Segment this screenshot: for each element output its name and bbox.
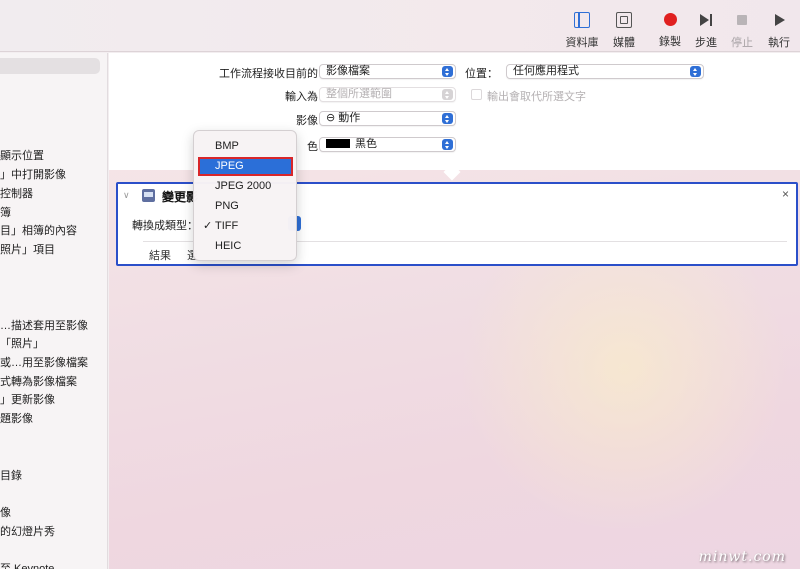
tab-results[interactable]: 結果: [149, 247, 171, 263]
sidebar-search-field[interactable]: [0, 58, 100, 74]
sidebar-action-item[interactable]: …描述套用至影像: [0, 317, 88, 333]
receives-value: 影像檔案: [326, 65, 370, 77]
menu-item-jpeg-2000[interactable]: JPEG 2000: [198, 177, 293, 196]
media-label: 媒體: [613, 37, 635, 49]
popup-arrows-icon: [442, 139, 453, 150]
image-popup[interactable]: ⊖ 動作: [319, 111, 456, 126]
sidebar-action-item[interactable]: 」中打開影像: [0, 166, 66, 182]
convert-type-label: 轉換成類型：: [132, 220, 198, 232]
menu-item-label: TIFF: [215, 220, 239, 232]
library-icon: [574, 12, 590, 28]
library-label: 資料庫: [565, 37, 599, 49]
checkmark-icon: ✓: [203, 220, 213, 232]
color-label: 色: [307, 141, 318, 153]
color-swatch: [326, 139, 350, 148]
record-icon: [663, 13, 677, 26]
sidebar-action-item[interactable]: 目錄: [0, 467, 22, 483]
menu-item-heic[interactable]: HEIC: [198, 237, 293, 256]
input-value: 整個所選範圍: [326, 88, 392, 100]
menu-item-jpeg[interactable]: JPEG: [198, 157, 293, 176]
step-icon: [698, 12, 714, 28]
menu-item-tiff[interactable]: ✓ TIFF: [198, 217, 293, 236]
popup-arrows-icon: [442, 66, 453, 77]
sidebar-action-item[interactable]: 控制器: [0, 185, 33, 201]
menu-item-png[interactable]: PNG: [198, 197, 293, 216]
toolbar: 資料庫 媒體 錄製 步進 停止 執行: [0, 0, 800, 52]
image-label: 影像: [296, 115, 318, 127]
output-replaces-checkbox[interactable]: [471, 89, 482, 100]
color-popup[interactable]: 黑色: [319, 137, 456, 152]
location-popup[interactable]: 任何應用程式: [506, 64, 704, 79]
library-button[interactable]: 資料庫: [560, 10, 604, 50]
receives-popup[interactable]: 影像檔案: [319, 64, 456, 79]
file-type-menu: BMP JPEG JPEG 2000 PNG ✓ TIFF HEIC: [193, 130, 297, 261]
popup-arrows-icon: [690, 66, 701, 77]
run-label: 執行: [768, 37, 790, 49]
menu-item-bmp[interactable]: BMP: [198, 137, 293, 156]
input-popup[interactable]: 整個所選範圍: [319, 87, 456, 102]
sidebar-action-item[interactable]: 簿: [0, 204, 11, 220]
sidebar-action-item[interactable]: 像: [0, 504, 11, 520]
sidebar-action-item[interactable]: 顯示位置: [0, 147, 44, 163]
run-icon: [771, 12, 787, 28]
input-label: 輸入為: [285, 91, 318, 103]
media-button[interactable]: 媒體: [602, 10, 646, 50]
image-value: ⊖ 動作: [326, 112, 361, 124]
sidebar-action-item[interactable]: 目」相簿的內容: [0, 222, 77, 238]
action-library-sidebar: 顯示位置 」中打開影像 控制器 簿 目」相簿的內容 照片」項目 …描述套用至影像…: [0, 53, 108, 569]
output-replaces-label: 輸出會取代所選文字: [487, 91, 586, 103]
sidebar-action-item[interactable]: 或…用至影像檔案: [0, 354, 88, 370]
popup-arrows-icon: [442, 113, 453, 124]
location-label: 位置：: [465, 68, 498, 80]
collapse-chevron-icon[interactable]: ∨: [123, 190, 130, 201]
sidebar-action-item[interactable]: 式轉為影像檔案: [0, 373, 77, 389]
sidebar-action-item[interactable]: 」更新影像: [0, 391, 55, 407]
location-value: 任何應用程式: [513, 65, 579, 77]
popup-arrows-icon: [442, 89, 453, 100]
media-icon: [616, 12, 632, 28]
receives-label: 工作流程接收目前的: [219, 68, 318, 80]
close-icon[interactable]: ×: [782, 187, 789, 201]
sidebar-action-item[interactable]: 題影像: [0, 410, 33, 426]
header-notch: [443, 163, 461, 181]
stop-icon: [734, 12, 750, 28]
color-value: 黑色: [355, 138, 377, 150]
sidebar-action-item[interactable]: 的幻燈片秀: [0, 523, 55, 539]
sidebar-action-item[interactable]: 照片」項目: [0, 241, 55, 257]
sidebar-action-item[interactable]: 「照片」: [0, 335, 44, 351]
sidebar-action-item[interactable]: 至 Keynote: [0, 560, 54, 569]
preview-app-icon: [142, 189, 155, 202]
run-button[interactable]: 執行: [757, 10, 800, 50]
watermark: minwt.com: [698, 549, 786, 565]
